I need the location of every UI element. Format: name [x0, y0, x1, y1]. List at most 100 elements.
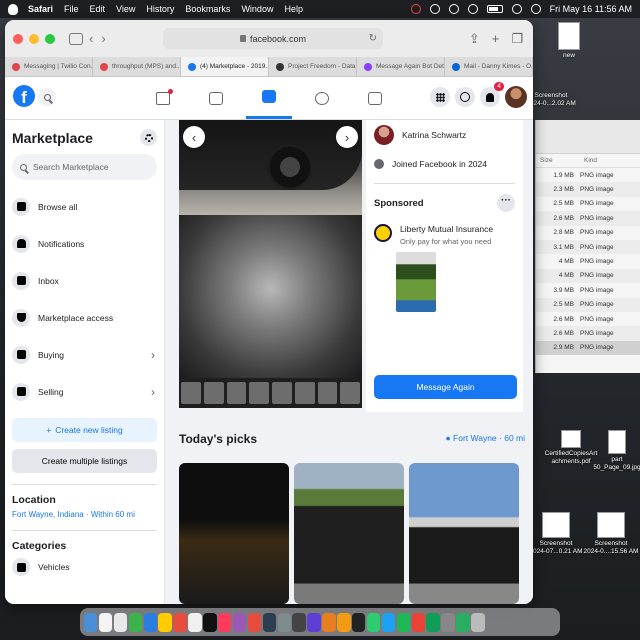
menu-history[interactable]: History — [146, 4, 174, 14]
nav-home[interactable] — [140, 77, 186, 119]
menu-help[interactable]: Help — [284, 4, 303, 14]
profile-avatar[interactable] — [505, 86, 527, 108]
status-sync-icon[interactable] — [429, 4, 440, 14]
photo-thumbnail[interactable] — [249, 382, 269, 404]
message-again-button[interactable]: Message Again — [374, 375, 517, 399]
previous-photo-button[interactable]: ‹ — [183, 126, 205, 148]
dock-app-icon[interactable] — [158, 612, 172, 632]
finder-file-row[interactable]: 2.3 MB PNG image — [536, 182, 640, 197]
create-new-listing-button[interactable]: + Create new listing — [12, 418, 157, 442]
search-input[interactable]: Search Marketplace — [12, 154, 157, 180]
sidebar-item-buying[interactable]: Buying › — [12, 336, 157, 373]
sponsored-ad[interactable]: Liberty Mutual Insurance Only pay for wh… — [366, 224, 523, 246]
nav-groups[interactable] — [299, 77, 345, 119]
column-size[interactable]: Size — [540, 157, 584, 164]
control-center-icon[interactable] — [530, 4, 541, 14]
menu-edit[interactable]: Edit — [90, 4, 106, 14]
facebook-search-button[interactable] — [38, 88, 56, 106]
close-window-button[interactable] — [13, 33, 23, 44]
dock-app-icon[interactable] — [307, 612, 321, 632]
dock-app-icon[interactable] — [396, 612, 411, 632]
menu-bookmarks[interactable]: Bookmarks — [185, 4, 230, 14]
forward-icon[interactable]: › — [101, 31, 105, 46]
dock-app-icon[interactable] — [173, 612, 187, 632]
sidebar-item-selling[interactable]: Selling › — [12, 373, 157, 410]
finder-file-row[interactable]: 2.8 MB PNG image — [536, 226, 640, 240]
status-wifi-icon[interactable] — [467, 4, 478, 14]
finder-file-row[interactable]: 2.6 MB PNG image — [536, 312, 640, 326]
menubar-clock[interactable]: Fri May 16 11:56 AM — [550, 4, 632, 14]
nav-marketplace[interactable] — [246, 77, 292, 119]
battery-icon[interactable] — [486, 5, 503, 13]
desktop-icon-part-jpg[interactable]: part 50_Page_09.jpg — [588, 430, 640, 472]
desktop-icon-screenshot-1[interactable]: Screenshot 2024-07...0.21 AM — [527, 512, 585, 556]
dock-app-icon[interactable] — [84, 612, 98, 632]
picks-location-link[interactable]: ● Fort Wayne · 60 mi — [446, 433, 525, 443]
dock-app-icon[interactable] — [292, 612, 306, 632]
photo-thumbnail[interactable] — [203, 382, 224, 404]
dock-app-icon[interactable] — [426, 612, 440, 632]
more-options-button[interactable]: ··· — [497, 194, 515, 212]
nav-video[interactable] — [193, 77, 239, 119]
browser-tab[interactable]: Messaging | Twilio Con... — [5, 57, 93, 76]
seller-avatar[interactable] — [374, 125, 394, 145]
ad-title[interactable]: Liberty Mutual Insurance — [400, 224, 493, 234]
seller-row[interactable]: Katrina Schwartz — [366, 123, 523, 147]
dock-app-icon[interactable] — [381, 612, 396, 632]
finder-file-row[interactable]: 2.5 MB PNG image — [536, 297, 640, 312]
facebook-logo[interactable]: f — [13, 85, 35, 107]
listing-card[interactable] — [294, 463, 404, 604]
back-icon[interactable]: ‹ — [89, 31, 93, 46]
menu-window[interactable]: Window — [241, 4, 273, 14]
finder-file-row[interactable]: 4 MB PNG image — [536, 254, 640, 268]
dock-app-icon[interactable] — [322, 612, 336, 632]
dock-app-icon[interactable] — [247, 612, 262, 632]
browser-tab[interactable]: Mail - Danny Kimes - O... — [445, 57, 533, 76]
finder-file-row[interactable]: 2.9 MB PNG image — [536, 340, 640, 356]
settings-button[interactable] — [140, 129, 157, 146]
sidebar-toggle-icon[interactable] — [69, 32, 83, 45]
menu-app-name[interactable]: Safari — [28, 4, 53, 14]
dock-app-icon[interactable] — [232, 612, 247, 632]
finder-file-row[interactable]: 3.1 MB PNG image — [536, 239, 640, 255]
dock-app-icon[interactable] — [113, 612, 128, 632]
location-filter-link[interactable]: Fort Wayne, Indiana · Within 60 mi — [12, 510, 157, 519]
browser-tab[interactable]: throughput (MPS) and... — [93, 57, 181, 76]
nav-gaming[interactable] — [352, 77, 398, 119]
finder-file-row[interactable]: 1.9 MB PNG image — [536, 168, 640, 182]
finder-file-row[interactable]: 2.6 MB PNG image — [536, 211, 640, 226]
status-record-icon[interactable] — [410, 4, 421, 14]
dock-app-icon[interactable] — [366, 612, 381, 632]
address-bar[interactable]: facebook.com ↻ — [163, 28, 383, 49]
next-photo-button[interactable]: › — [336, 126, 358, 148]
ad-image[interactable] — [396, 252, 436, 312]
finder-file-row[interactable]: 4 MB PNG image — [536, 268, 640, 284]
reload-icon[interactable]: ↻ — [369, 33, 377, 44]
menu-file[interactable]: File — [64, 4, 79, 14]
photo-thumbnail[interactable] — [272, 382, 292, 404]
browser-tab[interactable]: Message Again Bot Det... — [357, 57, 445, 76]
dock-app-icon[interactable] — [441, 612, 455, 632]
dock-app-icon[interactable] — [456, 612, 470, 632]
dock-app-icon[interactable] — [471, 612, 485, 632]
status-bluetooth-icon[interactable] — [448, 4, 459, 14]
browser-tab[interactable]: Project Freedom - Data... — [269, 57, 357, 76]
menu-grid-button[interactable] — [430, 87, 450, 107]
dock-app-icon[interactable] — [203, 612, 217, 632]
column-kind[interactable]: Kind — [584, 157, 597, 164]
dock-app-icon[interactable] — [411, 612, 425, 632]
photo-thumbnail[interactable] — [181, 382, 201, 404]
browser-tab[interactable]: (4) Marketplace - 2019... — [181, 57, 269, 76]
dock-app-icon[interactable] — [262, 612, 277, 632]
dock-app-icon[interactable] — [188, 612, 202, 632]
category-item-vehicles[interactable]: Vehicles — [12, 552, 157, 582]
tab-overview-icon[interactable]: ❐ — [511, 31, 523, 47]
messenger-button[interactable] — [455, 87, 475, 107]
finder-file-row[interactable]: 2.6 MB PNG image — [536, 326, 640, 341]
dock-app-icon[interactable] — [218, 612, 232, 632]
share-icon[interactable]: ⇪ — [469, 31, 480, 47]
sidebar-item-notifications[interactable]: Notifications — [12, 225, 157, 262]
dock-app-icon[interactable] — [337, 612, 351, 632]
spotlight-icon[interactable] — [511, 4, 522, 14]
finder-file-row[interactable]: 2.5 MB PNG image — [536, 197, 640, 211]
